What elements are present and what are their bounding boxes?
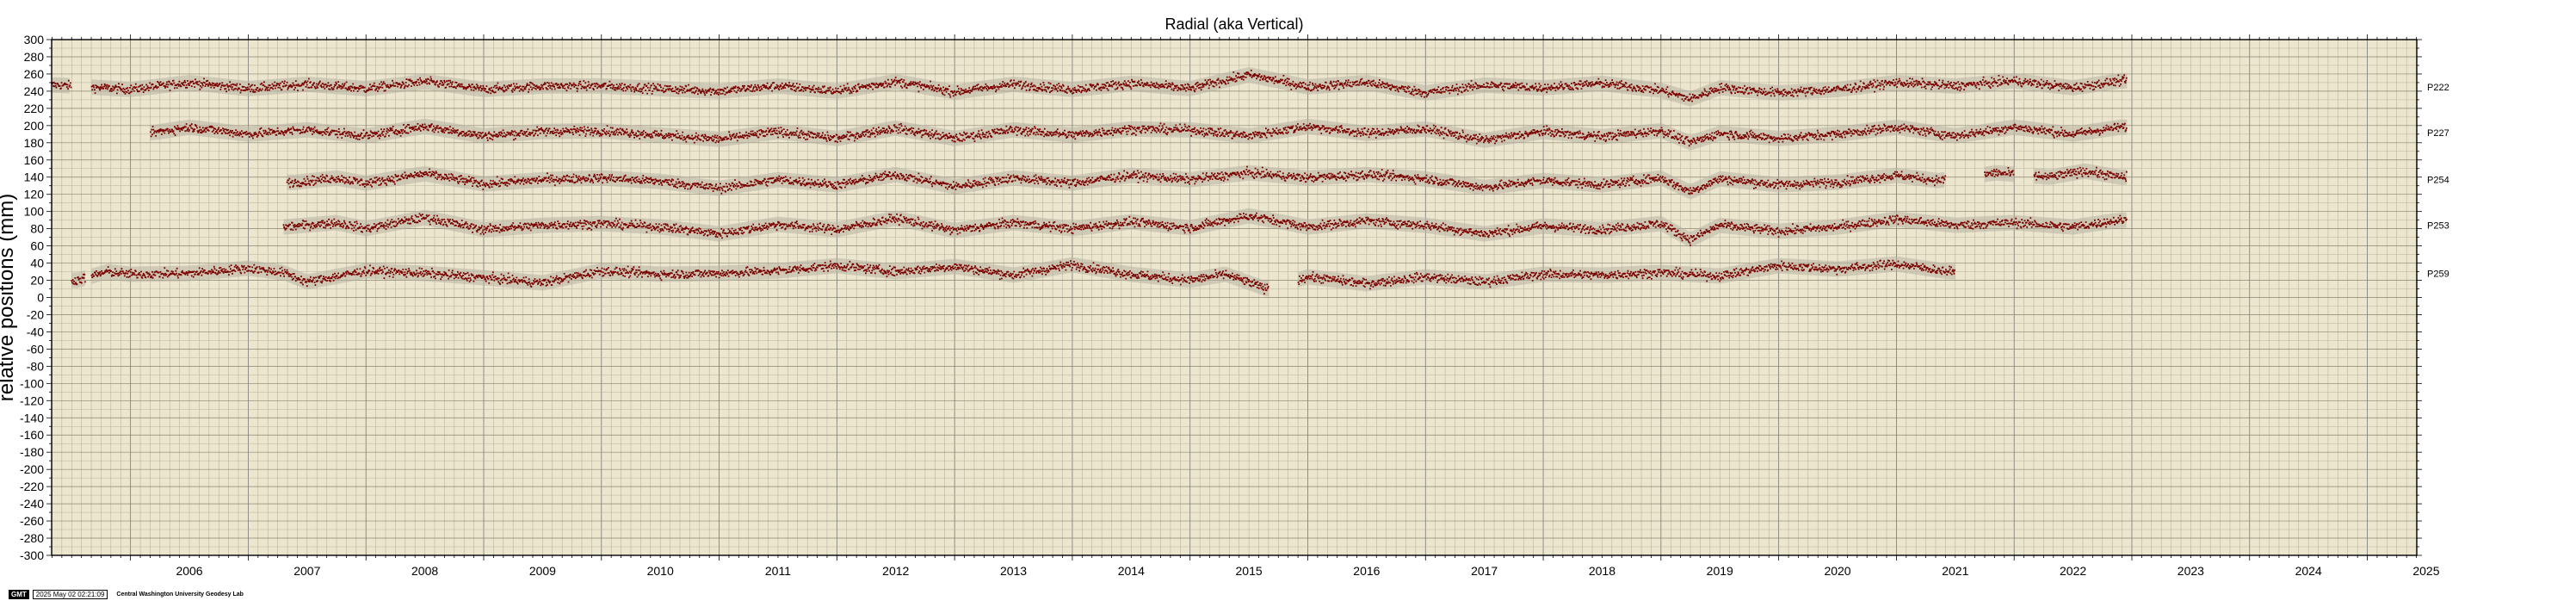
- y-tick-label: 280: [24, 50, 45, 64]
- y-tick-label: -40: [27, 325, 44, 338]
- y-tick-label: 20: [30, 274, 44, 288]
- x-tick-label: 2009: [529, 564, 556, 578]
- y-tick-label: -180: [20, 445, 44, 459]
- y-tick-label: 80: [30, 222, 44, 236]
- y-tick-label: -280: [20, 531, 44, 545]
- y-tick-label: 160: [24, 153, 45, 167]
- x-tick-label: 2016: [1353, 564, 1380, 578]
- x-tick-label: 2020: [1824, 564, 1850, 578]
- x-tick-label: 2023: [2178, 564, 2204, 578]
- x-tick-label: 2014: [1118, 564, 1145, 578]
- y-tick-label: 60: [30, 239, 44, 253]
- x-tick-label: 2008: [411, 564, 438, 578]
- y-tick-label: -240: [20, 497, 44, 511]
- y-tick-label: -100: [20, 376, 44, 390]
- x-tick-label: 2015: [1236, 564, 1263, 578]
- x-tick-label: 2013: [1000, 564, 1027, 578]
- y-tick-label: 240: [24, 84, 45, 98]
- y-tick-label: -120: [20, 393, 44, 407]
- x-tick-label: 2018: [1589, 564, 1615, 578]
- x-tick-label: 2025: [2412, 564, 2439, 578]
- x-tick-label: 2011: [765, 564, 791, 578]
- series-label: P259: [2427, 269, 2449, 280]
- x-tick-label: 2007: [293, 564, 320, 578]
- y-tick-label: 100: [24, 205, 45, 219]
- gmt-logo: GMT: [9, 590, 29, 599]
- chart-title: Radial (aka Vertical): [1164, 15, 1303, 33]
- y-tick-label: 220: [24, 102, 45, 115]
- series-label: P254: [2427, 176, 2449, 186]
- y-tick-label: -200: [20, 462, 44, 476]
- y-tick-label: 40: [30, 257, 44, 270]
- y-tick-label: -60: [27, 342, 44, 356]
- chart-svg: P222 P227 P254 P253 P259 -300 -280 -260 -240 -22…: [0, 15, 2449, 578]
- y-tick-label: 180: [24, 136, 45, 150]
- series-label: P227: [2427, 128, 2449, 139]
- y-tick-label: 200: [24, 119, 45, 133]
- y-tick-label: -80: [27, 359, 44, 373]
- x-tick-label: 2017: [1471, 564, 1498, 578]
- gmt-credit: Central Washington University Geodesy La…: [116, 592, 244, 598]
- x-tick-label: 2006: [176, 564, 202, 578]
- x-tick-label: 2024: [2295, 564, 2322, 578]
- y-tick-label: 260: [24, 67, 45, 81]
- y-tick-label: 300: [24, 33, 45, 46]
- series-label: P253: [2427, 221, 2449, 232]
- y-tick-label: -140: [20, 411, 44, 424]
- gmt-timestamp: 2025 May 02 02:21:09: [32, 590, 108, 599]
- y-tick-label: 140: [24, 170, 45, 184]
- grid-layer: [52, 39, 2417, 556]
- y-tick-label: 0: [37, 291, 44, 305]
- x-tick-label: 2012: [882, 564, 909, 578]
- x-tick-label: 2019: [1707, 564, 1733, 578]
- y-tick-label: -20: [27, 307, 44, 321]
- series-label: P222: [2427, 83, 2449, 93]
- x-tick-label: 2022: [2060, 564, 2086, 578]
- y-tick-label: -260: [20, 514, 44, 528]
- y-tick-label: -160: [20, 428, 44, 442]
- y-tick-label: -220: [20, 480, 44, 493]
- y-tick-label: 120: [24, 188, 45, 201]
- y-tick-label: -300: [20, 548, 44, 562]
- gmt-footer: GMT 2025 May 02 02:21:09 Central Washing…: [9, 590, 244, 599]
- y-axis-label: relative positions (mm): [0, 194, 18, 401]
- x-tick-label: 2021: [1942, 564, 1968, 578]
- x-tick-label: 2010: [647, 564, 674, 578]
